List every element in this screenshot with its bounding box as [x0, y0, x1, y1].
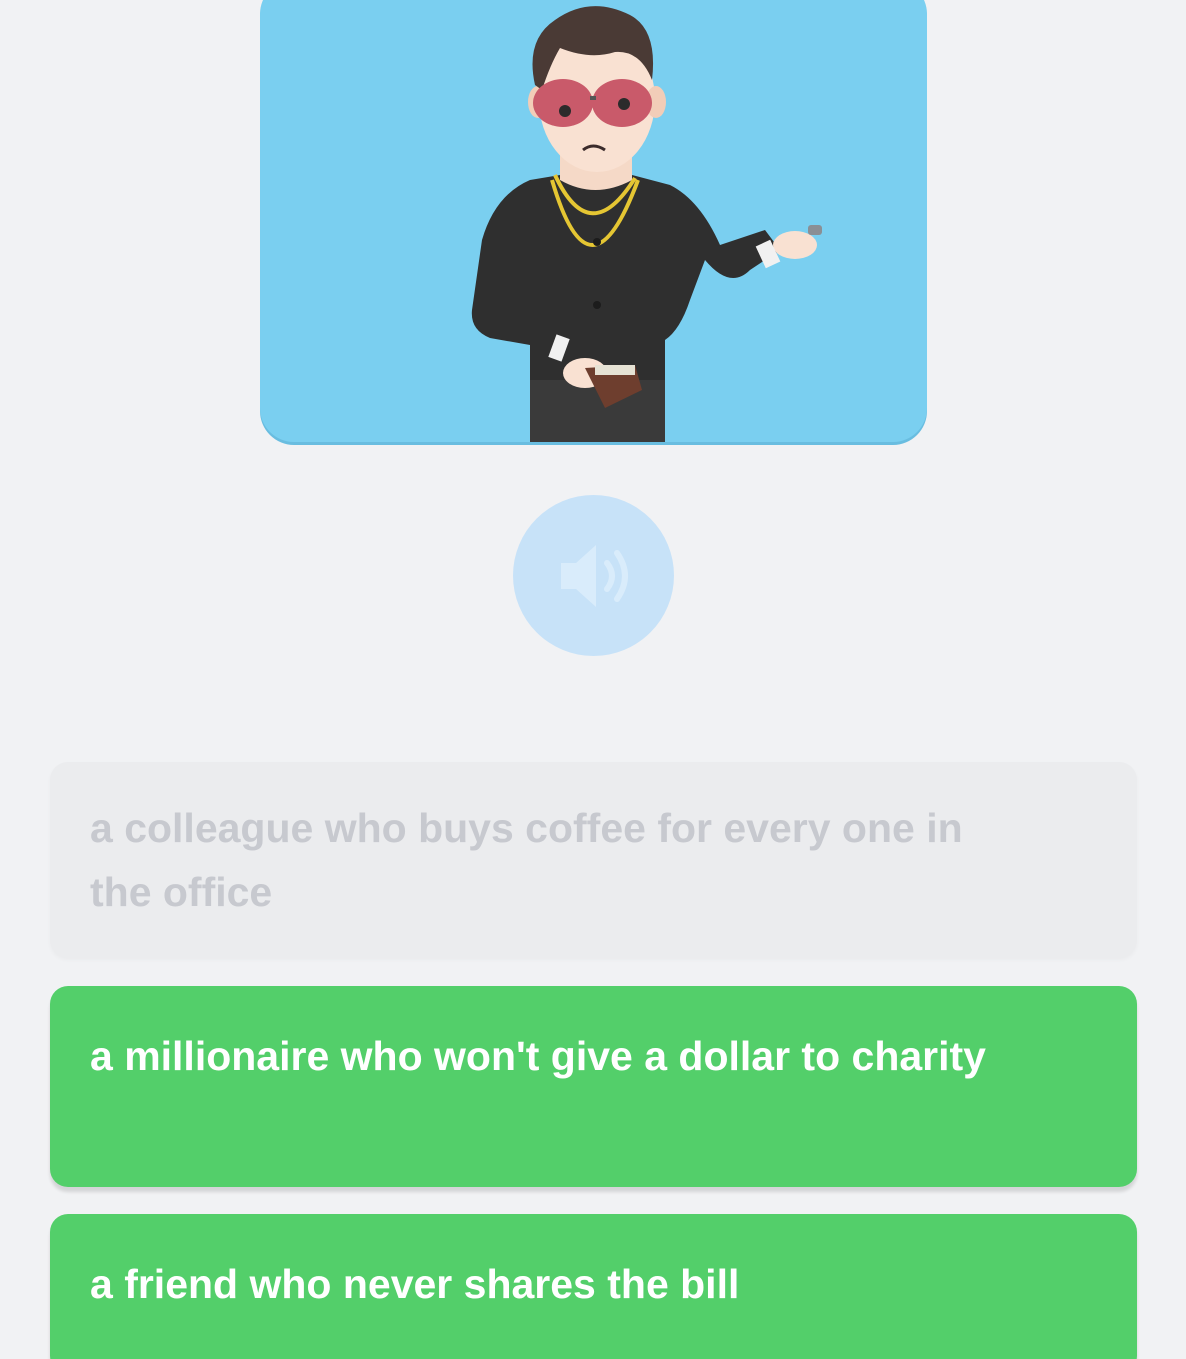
- answer-option-2[interactable]: a millionaire who won't give a dollar to…: [50, 986, 1137, 1187]
- answer-option-3[interactable]: a friend who never shares the bill: [50, 1214, 1137, 1359]
- answer-option-3-text: a friend who never shares the bill: [90, 1261, 740, 1307]
- play-audio-button[interactable]: [513, 495, 674, 656]
- quiz-page: a colleague who buys coffee for every on…: [0, 0, 1186, 1359]
- illustration-card: [260, 0, 927, 442]
- answer-option-1-text: a colleague who buys coffee for every on…: [90, 805, 963, 915]
- answer-option-2-text: a millionaire who won't give a dollar to…: [90, 1033, 986, 1079]
- answer-option-1[interactable]: a colleague who buys coffee for every on…: [50, 762, 1137, 958]
- man-with-sunglasses-and-wallet-illustration: [471, 6, 822, 442]
- speaker-icon: [560, 544, 628, 607]
